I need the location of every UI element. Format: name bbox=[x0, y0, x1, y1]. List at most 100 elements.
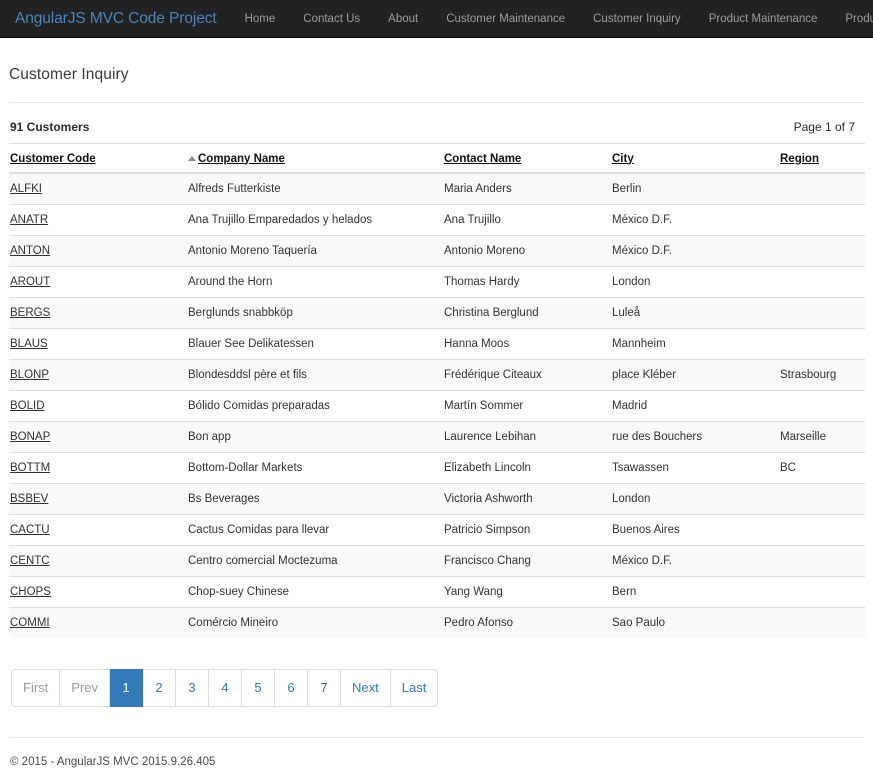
column-header-company-name[interactable]: Company Name bbox=[187, 144, 443, 173]
cell-city: México D.F. bbox=[611, 235, 779, 266]
nav-about[interactable]: About bbox=[374, 0, 432, 38]
nav-contact-us-item[interactable]: Contact Us bbox=[289, 0, 374, 38]
customer-code-link[interactable]: BSBEV bbox=[10, 493, 48, 505]
nav-home[interactable]: Home bbox=[231, 0, 290, 38]
cell-company-name: Centro comercial Moctezuma bbox=[187, 545, 443, 576]
cell-contact-name: Pedro Afonso bbox=[443, 607, 611, 638]
nav-product-inquiry[interactable]: Product Inquiry bbox=[831, 0, 873, 38]
customer-code-link[interactable]: CACTU bbox=[10, 524, 50, 536]
nav-customer-inquiry[interactable]: Customer Inquiry bbox=[579, 0, 695, 38]
customer-code-link[interactable]: ANATR bbox=[10, 214, 48, 226]
table-row: ANATRAna Trujillo Emparedados y heladosA… bbox=[9, 204, 865, 235]
pager-page-7[interactable]: 7 bbox=[308, 669, 341, 707]
nav-product-maintenance-item[interactable]: Product Maintenance bbox=[695, 0, 832, 38]
pager-next-item[interactable]: Next bbox=[341, 669, 391, 707]
summary-bar: 91 Customers Page 1 of 7 bbox=[9, 103, 864, 143]
cell-company-name: Antonio Moreno Taquería bbox=[187, 235, 443, 266]
nav-home-item[interactable]: Home bbox=[231, 0, 290, 38]
pager-page-3[interactable]: 3 bbox=[176, 669, 209, 707]
nav-customer-maintenance[interactable]: Customer Maintenance bbox=[432, 0, 579, 38]
customer-code-link[interactable]: BOLID bbox=[10, 400, 45, 412]
customer-code-link[interactable]: COMMI bbox=[10, 617, 50, 629]
pager-page-2[interactable]: 2 bbox=[143, 669, 176, 707]
pager-page-3-item[interactable]: 3 bbox=[176, 669, 209, 707]
pager-last[interactable]: Last bbox=[391, 669, 439, 707]
pager-page-2-item[interactable]: 2 bbox=[143, 669, 176, 707]
cell-region bbox=[779, 297, 865, 328]
customer-code-link[interactable]: AROUT bbox=[10, 276, 50, 288]
pager-page-6-item[interactable]: 6 bbox=[275, 669, 308, 707]
table-row: ALFKIAlfreds FutterkisteMaria AndersBerl… bbox=[9, 173, 865, 205]
cell-customer-code: ALFKI bbox=[9, 173, 187, 205]
nav-customer-maintenance-item[interactable]: Customer Maintenance bbox=[432, 0, 579, 38]
cell-contact-name: Ana Trujillo bbox=[443, 204, 611, 235]
customer-code-link[interactable]: BOTTM bbox=[10, 462, 50, 474]
pager-page-5-item[interactable]: 5 bbox=[242, 669, 275, 707]
top-navbar: AngularJS MVC Code Project HomeContact U… bbox=[0, 0, 873, 38]
pager-next[interactable]: Next bbox=[341, 669, 391, 707]
table-body: ALFKIAlfreds FutterkisteMaria AndersBerl… bbox=[9, 173, 865, 638]
customer-code-link[interactable]: BERGS bbox=[10, 307, 50, 319]
table-row: BOTTMBottom-Dollar MarketsElizabeth Linc… bbox=[9, 452, 865, 483]
table-row: BLONPBlondesddsl père et filsFrédérique … bbox=[9, 359, 865, 390]
cell-customer-code: BOLID bbox=[9, 390, 187, 421]
page-title: Customer Inquiry bbox=[9, 38, 864, 103]
cell-contact-name: Francisco Chang bbox=[443, 545, 611, 576]
customer-code-link[interactable]: ALFKI bbox=[10, 183, 42, 195]
page-container: Customer Inquiry 91 Customers Page 1 of … bbox=[0, 38, 873, 768]
cell-contact-name: Patricio Simpson bbox=[443, 514, 611, 545]
column-header-contact-name[interactable]: Contact Name bbox=[443, 144, 611, 173]
navbar-brand[interactable]: AngularJS MVC Code Project bbox=[8, 0, 231, 38]
cell-region bbox=[779, 173, 865, 205]
cell-city: Buenos Aires bbox=[611, 514, 779, 545]
customer-table: Customer Code Company Name Contact Name Cit… bbox=[9, 143, 865, 638]
pager-page-4[interactable]: 4 bbox=[209, 669, 242, 707]
column-header-customer-code[interactable]: Customer Code bbox=[9, 144, 187, 173]
nav-product-inquiry-item[interactable]: Product Inquiry bbox=[831, 0, 873, 38]
cell-region: Marseille bbox=[779, 421, 865, 452]
cell-city: Luleå bbox=[611, 297, 779, 328]
pager-page-7-item[interactable]: 7 bbox=[308, 669, 341, 707]
nav-about-item[interactable]: About bbox=[374, 0, 432, 38]
cell-city: Mannheim bbox=[611, 328, 779, 359]
pager-page-6[interactable]: 6 bbox=[275, 669, 308, 707]
column-header-link[interactable]: City bbox=[612, 153, 634, 165]
column-header-link[interactable]: Contact Name bbox=[444, 153, 521, 165]
column-header-city[interactable]: City bbox=[611, 144, 779, 173]
table-header-row: Customer Code Company Name Contact Name Cit… bbox=[9, 144, 865, 173]
cell-region bbox=[779, 235, 865, 266]
nav-customer-inquiry-item[interactable]: Customer Inquiry bbox=[579, 0, 695, 38]
customer-code-link[interactable]: CENTC bbox=[10, 555, 50, 567]
pager-page-1[interactable]: 1 bbox=[110, 669, 143, 707]
customer-code-link[interactable]: ANTON bbox=[10, 245, 50, 257]
column-header-link[interactable]: Region bbox=[780, 153, 819, 165]
pager-page-4-item[interactable]: 4 bbox=[209, 669, 242, 707]
nav-contact-us[interactable]: Contact Us bbox=[289, 0, 374, 38]
cell-company-name: Blondesddsl père et fils bbox=[187, 359, 443, 390]
cell-customer-code: CENTC bbox=[9, 545, 187, 576]
cell-region bbox=[779, 545, 865, 576]
cell-city: México D.F. bbox=[611, 545, 779, 576]
nav-product-maintenance[interactable]: Product Maintenance bbox=[695, 0, 832, 38]
customer-code-link[interactable]: BONAP bbox=[10, 431, 50, 443]
customer-code-link[interactable]: CHOPS bbox=[10, 586, 51, 598]
customer-code-link[interactable]: BLAUS bbox=[10, 338, 48, 350]
cell-company-name: Bs Beverages bbox=[187, 483, 443, 514]
cell-contact-name: Martín Sommer bbox=[443, 390, 611, 421]
cell-contact-name: Yang Wang bbox=[443, 576, 611, 607]
customer-code-link[interactable]: BLONP bbox=[10, 369, 49, 381]
column-header-link[interactable]: Customer Code bbox=[10, 153, 96, 165]
cell-region bbox=[779, 204, 865, 235]
column-header-link[interactable]: Company Name bbox=[198, 153, 285, 165]
table-row: AROUTAround the HornThomas HardyLondon bbox=[9, 266, 865, 297]
pager-page-1-item[interactable]: 1 bbox=[110, 669, 143, 707]
column-header-region[interactable]: Region bbox=[779, 144, 865, 173]
cell-customer-code: COMMI bbox=[9, 607, 187, 638]
pager-page-5[interactable]: 5 bbox=[242, 669, 275, 707]
cell-region bbox=[779, 576, 865, 607]
pager-last-item[interactable]: Last bbox=[391, 669, 439, 707]
cell-city: London bbox=[611, 266, 779, 297]
cell-company-name: Comércio Mineiro bbox=[187, 607, 443, 638]
table-row: BONAPBon appLaurence Lebihanrue des Bouc… bbox=[9, 421, 865, 452]
cell-contact-name: Laurence Lebihan bbox=[443, 421, 611, 452]
